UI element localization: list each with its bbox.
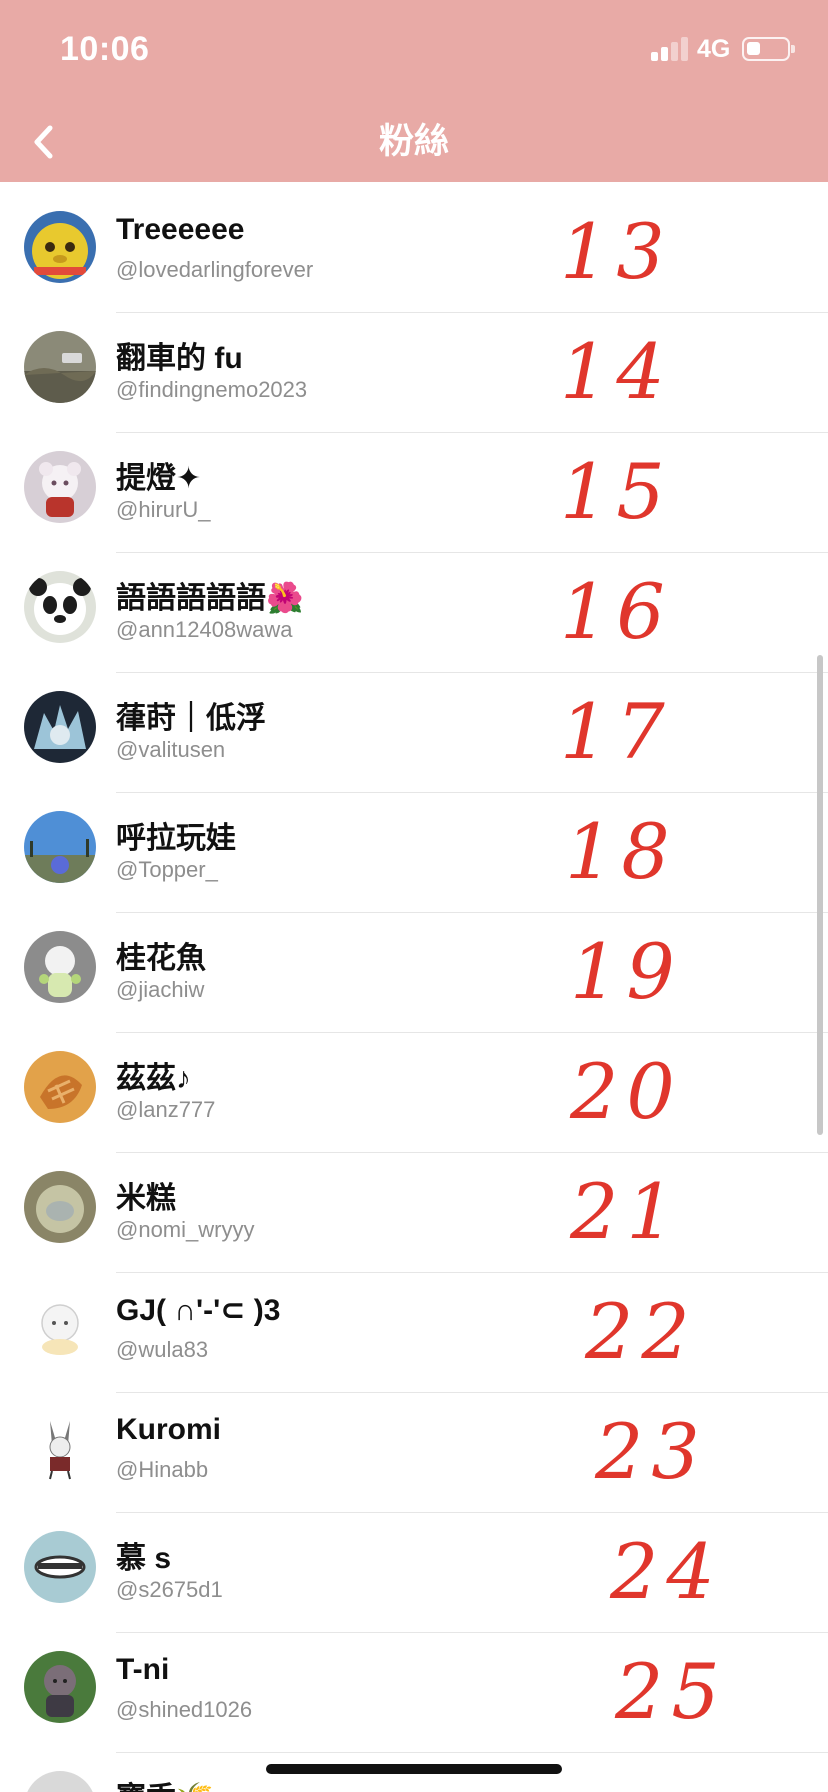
app-header: 10:06 4G 粉絲 [0, 0, 828, 182]
follower-handle: @jiachiw [116, 977, 205, 1002]
avatar[interactable] [24, 1531, 96, 1603]
follower-handle: @Topper_ [116, 857, 218, 882]
follower-row[interactable]: 米糕 @nomi_wryyy 21 [0, 1153, 828, 1273]
follower-name: GJ( ∩'-'⊂ )3 [116, 1294, 281, 1327]
handwritten-number: 23 [595, 1407, 708, 1496]
follower-name: 葎莳｜低浮 [116, 702, 266, 735]
handwritten-number: 22 [585, 1287, 698, 1376]
handwritten-number: 17 [560, 687, 673, 776]
follower-handle: @ann12408wawa [116, 617, 293, 642]
follower-name: 翻車的 fu [116, 342, 243, 375]
scrollbar[interactable] [817, 655, 823, 1135]
follower-row[interactable]: 葎莳｜低浮 @valitusen 17 [0, 673, 828, 793]
follower-list: Treeeeee @lovedarlingforever 13 翻車的 fu @find… [0, 193, 828, 1792]
follower-handle: @valitusen [116, 737, 226, 762]
follower-handle: @wula83 [116, 1337, 209, 1362]
follower-row[interactable]: GJ( ∩'-'⊂ )3 @wula83 22 [0, 1273, 828, 1393]
avatar[interactable] [24, 1051, 96, 1123]
follower-name: 語語語語語🌺 [116, 582, 304, 615]
back-button[interactable] [22, 118, 66, 166]
avatar[interactable] [24, 451, 96, 523]
status-time: 10:06 [60, 30, 150, 68]
follower-name: 茲茲♪ [116, 1062, 191, 1095]
handwritten-number: 19 [570, 927, 683, 1016]
avatar[interactable] [24, 931, 96, 1003]
handwritten-number: 18 [565, 807, 678, 896]
follower-row[interactable]: 語語語語語🌺 @ann12408wawa 16 [0, 553, 828, 673]
follower-row[interactable]: 慕 s @s2675d1 24 [0, 1513, 828, 1633]
handwritten-number: 21 [570, 1167, 683, 1256]
follower-row[interactable]: 翻車的 fu @findingnemo2023 14 [0, 313, 828, 433]
follower-name: Treeeeee [116, 213, 245, 246]
status-bar: 10:06 4G [0, 0, 828, 100]
avatar[interactable] [24, 571, 96, 643]
handwritten-number: 16 [560, 567, 673, 656]
follower-row[interactable]: 呼拉玩娃 @Topper_ 18 [0, 793, 828, 913]
follower-row[interactable]: 茲茲♪ @lanz777 20 [0, 1033, 828, 1153]
follower-handle: @lanz777 [116, 1097, 216, 1122]
handwritten-number: 25 [615, 1647, 728, 1736]
handwritten-number: 24 [610, 1527, 723, 1616]
avatar[interactable] [24, 1771, 96, 1792]
handwritten-number: 13 [560, 207, 673, 296]
handwritten-number: 15 [560, 447, 673, 536]
avatar[interactable] [24, 691, 96, 763]
follower-name: 寶香🌾 [116, 1773, 213, 1792]
battery-icon [742, 37, 795, 61]
avatar[interactable] [24, 1651, 96, 1723]
follower-row[interactable]: 提燈✦ @hirurU_ 15 [0, 433, 828, 553]
follower-handle: @nomi_wryyy [116, 1217, 255, 1242]
follower-handle: @s2675d1 [116, 1577, 223, 1602]
follower-row[interactable]: T-ni @shined1026 25 [0, 1633, 828, 1753]
handwritten-number: 20 [570, 1047, 683, 1136]
follower-name: 提燈✦ [116, 462, 202, 495]
chevron-left-icon [34, 125, 53, 159]
avatar[interactable] [24, 331, 96, 403]
home-indicator [266, 1764, 562, 1774]
handwritten-number: 14 [560, 327, 673, 416]
signal-icon [651, 37, 691, 61]
follower-name: T-ni [116, 1653, 170, 1686]
follower-row[interactable]: Treeeeee @lovedarlingforever 13 [0, 193, 828, 313]
avatar[interactable] [24, 1411, 96, 1483]
avatar[interactable] [24, 1291, 96, 1363]
follower-name: 桂花魚 [116, 942, 206, 975]
follower-name: 呼拉玩娃 [116, 822, 236, 855]
follower-handle: @lovedarlingforever [116, 257, 314, 282]
follower-name: 慕 s [116, 1542, 172, 1575]
follower-row[interactable]: Kuromi @Hinabb 23 [0, 1393, 828, 1513]
follower-handle: @Hinabb [116, 1457, 209, 1482]
follower-handle: @shined1026 [116, 1697, 253, 1722]
network-label: 4G [697, 35, 731, 63]
follower-name: 米糕 [116, 1182, 176, 1215]
follower-handle: @findingnemo2023 [116, 377, 308, 402]
avatar[interactable] [24, 211, 96, 283]
page-title: 粉絲 [378, 122, 449, 161]
follower-name: Kuromi [116, 1413, 221, 1446]
avatar[interactable] [24, 811, 96, 883]
follower-row[interactable]: 桂花魚 @jiachiw 19 [0, 913, 828, 1033]
avatar[interactable] [24, 1171, 96, 1243]
follower-handle: @hirurU_ [116, 497, 211, 522]
